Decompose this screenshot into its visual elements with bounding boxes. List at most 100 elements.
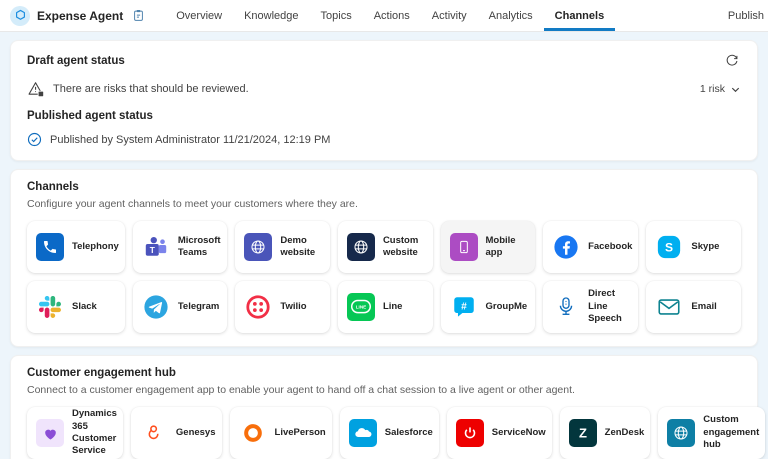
zendesk-icon: Z	[569, 419, 597, 447]
topbar: Expense Agent Overview Knowledge Topics …	[0, 0, 768, 32]
published-message: Published by System Administrator 11/21/…	[50, 134, 330, 146]
warning-icon	[27, 80, 45, 98]
channel-card-email[interactable]: Email	[646, 281, 741, 333]
channel-card-label: GroupMe	[486, 301, 528, 313]
hub-card-label: Custom engagement hub	[703, 414, 759, 451]
channel-card-demo-website[interactable]: Demo website	[235, 221, 330, 273]
hub-card-servicenow[interactable]: ServiceNow	[447, 407, 552, 459]
refresh-button[interactable]	[723, 52, 741, 70]
channel-card-slack[interactable]: Slack	[27, 281, 125, 333]
channel-card-facebook[interactable]: Facebook	[543, 221, 638, 273]
tab-bar: Overview Knowledge Topics Actions Activi…	[165, 0, 615, 31]
tab-actions[interactable]: Actions	[363, 0, 421, 31]
hub-card-genesys[interactable]: Genesys	[131, 407, 222, 459]
channel-card-label: Telegram	[178, 301, 220, 313]
telephony-icon	[36, 233, 64, 261]
dynamics-365-icon	[36, 419, 64, 447]
risk-count-label: 1 risk	[700, 83, 725, 95]
channel-card-label: Microsoft Teams	[178, 235, 222, 260]
genesys-icon	[140, 419, 168, 447]
channel-card-mobile-app[interactable]: Mobile app	[441, 221, 536, 273]
custom-engagement-hub-icon	[667, 419, 695, 447]
hub-card-label: LivePerson	[275, 427, 326, 439]
tab-channels[interactable]: Channels	[544, 0, 616, 31]
channel-card-telephony[interactable]: Telephony	[27, 221, 125, 273]
agent-avatar-icon	[10, 6, 30, 26]
channel-card-label: Demo website	[280, 235, 324, 260]
hub-card-liveperson[interactable]: LivePerson	[230, 407, 332, 459]
skype-icon: S	[655, 233, 683, 261]
servicenow-icon	[456, 419, 484, 447]
channel-card-label: Line	[383, 301, 403, 313]
demo-website-icon	[244, 233, 272, 261]
engagement-hub-description: Connect to a customer engagement app to …	[27, 384, 741, 396]
svg-text:#: #	[461, 301, 467, 312]
facebook-icon	[552, 233, 580, 261]
engagement-hub-panel: Customer engagement hub Connect to a cus…	[10, 355, 758, 459]
channels-card-grid: Telephony T Microsoft Teams	[27, 221, 741, 333]
channel-card-groupme[interactable]: # GroupMe	[441, 281, 536, 333]
hub-card-custom-engagement-hub[interactable]: Custom engagement hub	[658, 407, 765, 459]
channel-card-skype[interactable]: S Skype	[646, 221, 741, 273]
microsoft-teams-icon: T	[142, 233, 170, 261]
twilio-icon	[244, 293, 272, 321]
groupme-icon: #	[450, 293, 478, 321]
hub-card-label: ZenDesk	[605, 427, 645, 439]
mobile-app-icon	[450, 233, 478, 261]
hub-card-label: ServiceNow	[492, 427, 546, 439]
svg-text:LINE: LINE	[356, 304, 367, 309]
channel-card-label: Slack	[72, 301, 97, 313]
hub-card-label: Dynamics 365 Customer Service	[72, 408, 117, 457]
line-icon: LINE	[347, 293, 375, 321]
draft-status-heading: Draft agent status	[27, 55, 125, 67]
hub-card-salesforce[interactable]: Salesforce	[340, 407, 439, 459]
tab-activity[interactable]: Activity	[421, 0, 478, 31]
channel-card-label: Twilio	[280, 301, 306, 313]
main-content: Draft agent status There are risks that …	[0, 32, 768, 459]
channel-card-label: Facebook	[588, 241, 632, 253]
tab-knowledge[interactable]: Knowledge	[233, 0, 309, 31]
risk-message: There are risks that should be reviewed.	[53, 83, 249, 95]
channel-card-label: Telephony	[72, 241, 119, 253]
custom-website-icon	[347, 233, 375, 261]
svg-text:S: S	[665, 240, 673, 254]
svg-text:T: T	[150, 245, 155, 255]
hub-card-zendesk[interactable]: Z ZenDesk	[560, 407, 651, 459]
published-check-icon	[27, 132, 42, 147]
engagement-hub-heading: Customer engagement hub	[27, 367, 741, 379]
published-status-heading: Published agent status	[27, 110, 741, 122]
status-panel: Draft agent status There are risks that …	[10, 40, 758, 161]
channel-card-label: Skype	[691, 241, 719, 253]
hub-card-dynamics-365-customer-service[interactable]: Dynamics 365 Customer Service	[27, 407, 123, 459]
email-icon	[655, 293, 683, 321]
svg-text:Z: Z	[579, 426, 587, 441]
channel-card-telegram[interactable]: Telegram	[133, 281, 228, 333]
channels-description: Configure your agent channels to meet yo…	[27, 198, 741, 210]
tab-analytics[interactable]: Analytics	[478, 0, 544, 31]
direct-line-speech-icon	[552, 293, 580, 321]
channel-card-twilio[interactable]: Twilio	[235, 281, 330, 333]
agent-name: Expense Agent	[37, 9, 123, 23]
channel-card-microsoft-teams[interactable]: T Microsoft Teams	[133, 221, 228, 273]
channel-card-direct-line-speech[interactable]: Direct Line Speech	[543, 281, 638, 333]
channel-card-custom-website[interactable]: Custom website	[338, 221, 433, 273]
liveperson-icon	[239, 419, 267, 447]
channel-card-label: Mobile app	[486, 235, 530, 260]
channels-heading: Channels	[27, 181, 741, 193]
publish-button[interactable]: Publish	[720, 0, 764, 31]
channel-card-label: Direct Line Speech	[588, 288, 632, 325]
salesforce-icon	[349, 419, 377, 447]
channels-panel: Channels Configure your agent channels t…	[10, 169, 758, 347]
hub-card-label: Salesforce	[385, 427, 433, 439]
tab-overview[interactable]: Overview	[165, 0, 233, 31]
telegram-icon	[142, 293, 170, 321]
risk-count-toggle[interactable]: 1 risk	[700, 83, 741, 95]
hub-card-label: Genesys	[176, 427, 216, 439]
channel-card-label: Email	[691, 301, 716, 313]
slack-icon	[36, 293, 64, 321]
engagement-hub-card-grid: Dynamics 365 Customer Service Genesys Li…	[27, 407, 741, 459]
clipboard-icon[interactable]	[132, 9, 145, 22]
chevron-down-icon	[730, 84, 741, 95]
tab-topics[interactable]: Topics	[310, 0, 363, 31]
channel-card-line[interactable]: LINE Line	[338, 281, 433, 333]
